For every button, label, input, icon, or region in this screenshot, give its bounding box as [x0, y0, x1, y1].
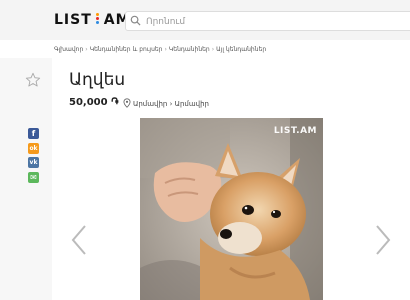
- breadcrumb-other-animals[interactable]: Այլ կենդանիներ: [216, 46, 266, 53]
- location-pin-icon: [123, 98, 131, 108]
- breadcrumb-home[interactable]: Գլխավոր: [54, 46, 83, 53]
- breadcrumb-animals-plants[interactable]: Կենդանիներ և բույսեր: [90, 46, 163, 53]
- search-input[interactable]: [144, 13, 408, 31]
- site-logo[interactable]: LIST AM: [54, 12, 131, 28]
- breadcrumb-separator: ›: [85, 46, 88, 53]
- listing-title: Աղվես: [69, 70, 126, 90]
- search-box[interactable]: [125, 11, 410, 31]
- odnoklassniki-share-icon[interactable]: ok: [28, 143, 39, 154]
- header-bar: LIST AM: [0, 0, 410, 40]
- breadcrumb: Գլխավոր › Կենդանիներ և բույսեր › Կենդանիներ ›…: [54, 46, 266, 53]
- breadcrumb-separator: ›: [164, 46, 167, 53]
- logo-dots-icon: [93, 13, 103, 25]
- search-icon: [130, 15, 141, 26]
- previous-photo-arrow-icon[interactable]: [70, 224, 88, 256]
- favorite-star-icon[interactable]: [25, 72, 41, 88]
- listing-photo[interactable]: LIST.AM: [140, 118, 323, 300]
- breadcrumb-animals[interactable]: Կենդանիներ: [169, 46, 210, 53]
- breadcrumb-separator: ›: [211, 46, 215, 53]
- facebook-share-icon[interactable]: f: [28, 128, 39, 139]
- listing-location: Արմավիր › Արմավիր: [123, 98, 209, 108]
- fox-cub-photo: [140, 118, 323, 300]
- next-photo-arrow-icon[interactable]: [374, 224, 392, 256]
- email-share-icon[interactable]: ✉: [28, 172, 39, 183]
- listing-price: 50,000 ֏: [69, 97, 119, 108]
- photo-watermark: LIST.AM: [273, 126, 317, 136]
- vk-share-icon[interactable]: vk: [28, 157, 39, 168]
